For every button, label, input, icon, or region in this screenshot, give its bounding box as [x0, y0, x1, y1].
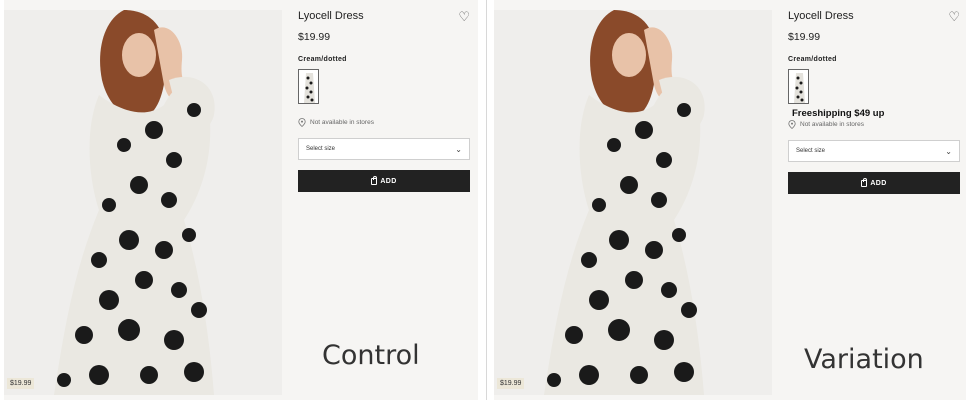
variant-label: Variation: [804, 344, 924, 375]
divider: [486, 0, 487, 400]
free-shipping-promo: Freeshipping $49 up: [792, 108, 885, 119]
variation-panel: $19.99 Lyocell Dress ♡ $19.99 Cream/dott…: [494, 0, 966, 400]
map-pin-icon: [788, 120, 796, 129]
dress-illustration: [494, 10, 772, 395]
color-swatch[interactable]: [298, 69, 319, 104]
product-title: Lyocell Dress: [298, 10, 364, 22]
add-button-label: ADD: [380, 177, 397, 185]
image-price-tag: $19.99: [7, 378, 35, 389]
product-price: $19.99: [788, 31, 821, 43]
shopping-bag-icon: [371, 175, 378, 185]
swatch-pattern: [789, 70, 808, 103]
product-title: Lyocell Dress: [788, 10, 854, 22]
swatch-pattern: [299, 70, 318, 103]
size-select[interactable]: Select size ⌄: [298, 138, 470, 160]
add-to-bag-button[interactable]: ADD: [298, 170, 470, 192]
chevron-down-icon: ⌄: [945, 146, 952, 156]
image-price-tag: $19.99: [497, 378, 525, 389]
color-name: Cream/dotted: [298, 56, 347, 63]
color-swatch[interactable]: [788, 69, 809, 104]
product-price: $19.99: [298, 31, 331, 43]
store-availability-text: Not available in stores: [310, 119, 374, 126]
map-pin-icon: [298, 118, 306, 127]
size-select[interactable]: Select size ⌄: [788, 140, 960, 162]
store-availability-text: Not available in stores: [800, 121, 864, 128]
dress-illustration: [4, 10, 282, 395]
size-select-label: Select size: [306, 146, 336, 152]
add-button-label: ADD: [870, 179, 887, 187]
heart-icon[interactable]: ♡: [948, 10, 960, 23]
chevron-down-icon: ⌄: [455, 144, 462, 154]
control-panel: $19.99 Lyocell Dress ♡ $19.99 Cream/dott…: [4, 0, 478, 400]
product-image[interactable]: $19.99: [494, 10, 772, 395]
store-availability: Not available in stores: [298, 118, 470, 127]
shopping-bag-icon: [861, 177, 868, 187]
product-info: Lyocell Dress ♡ $19.99 Cream/dotted Free…: [788, 10, 960, 194]
size-select-label: Select size: [796, 148, 826, 154]
add-to-bag-button[interactable]: ADD: [788, 172, 960, 194]
color-name: Cream/dotted: [788, 56, 837, 63]
store-availability: Not available in stores: [788, 120, 960, 129]
product-info: Lyocell Dress ♡ $19.99 Cream/dotted Not …: [298, 10, 470, 192]
product-image[interactable]: $19.99: [4, 10, 282, 395]
variant-label: Control: [322, 340, 420, 371]
heart-icon[interactable]: ♡: [458, 10, 470, 23]
